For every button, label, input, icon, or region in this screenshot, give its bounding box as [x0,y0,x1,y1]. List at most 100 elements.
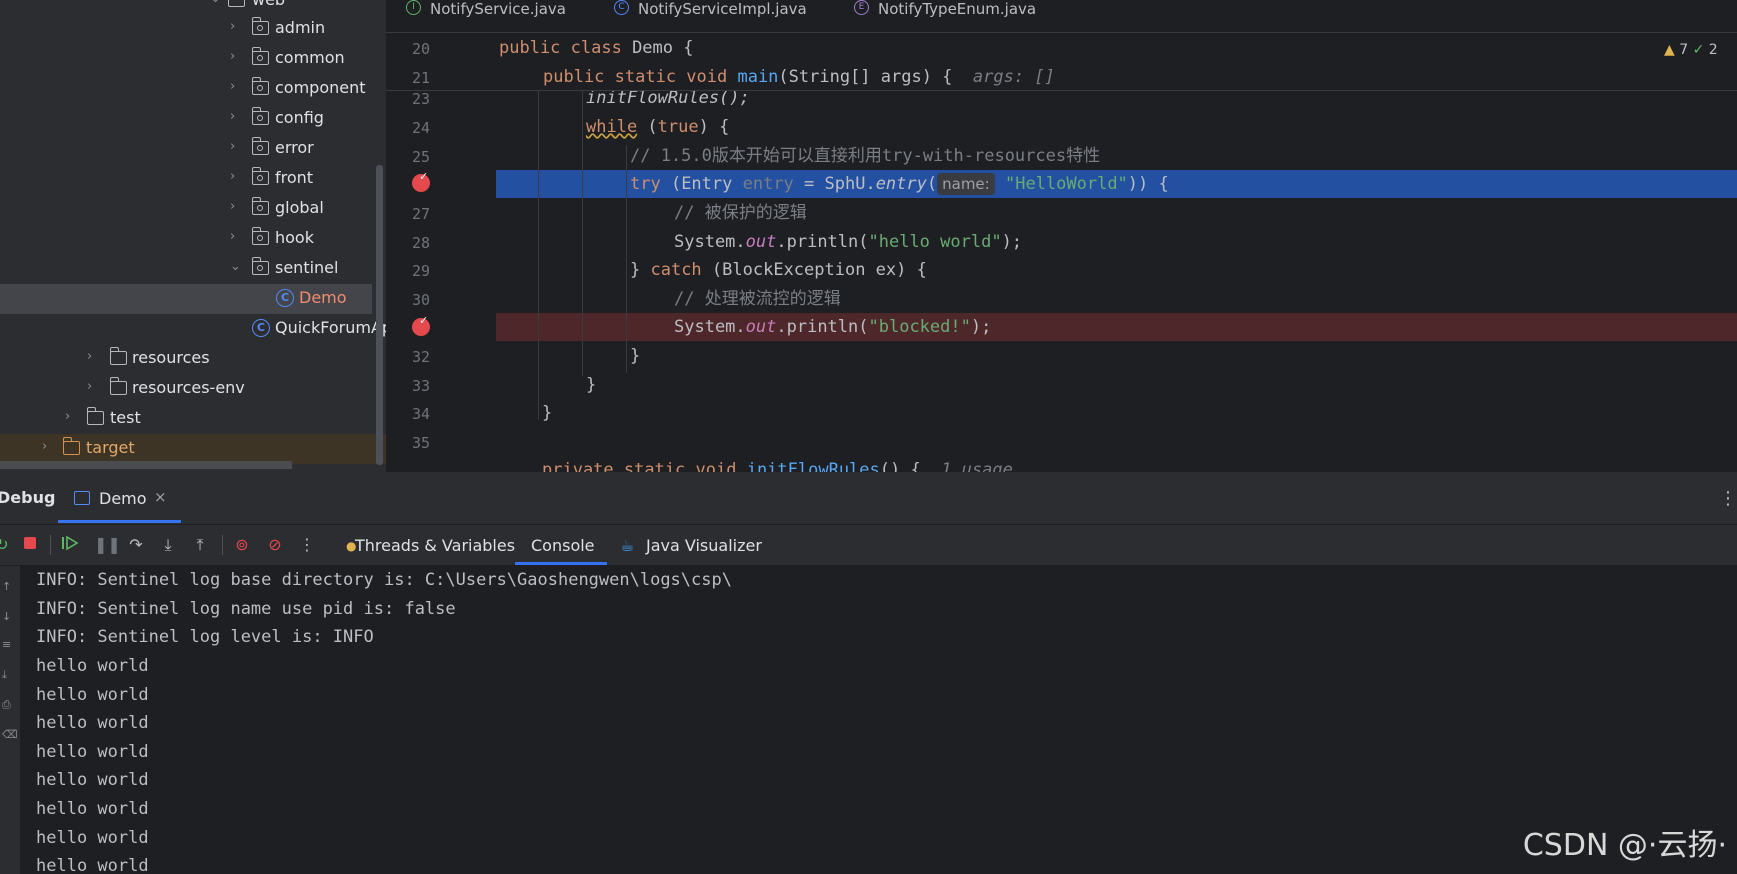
chevron-right-icon[interactable]: › [230,140,240,153]
line-number: 28 [411,234,430,252]
console-line: INFO: Sentinel log level is: INFO [36,627,374,647]
tree-item-quickforumapp[interactable]: C QuickForumApp [0,314,386,344]
package-icon [251,137,269,155]
chevron-right-icon[interactable]: › [230,230,240,243]
tree-item-common[interactable]: › common [0,44,372,74]
tree-item-front[interactable]: › front [0,164,372,194]
tree-horizontal-scrollbar[interactable] [0,461,292,469]
print-icon[interactable]: ⎙ [2,698,11,712]
folder-icon [62,437,80,455]
debug-header: Debug Demo × ⋮ [0,472,1737,525]
step-out-icon[interactable]: ⤒ [190,535,210,555]
chevron-right-icon[interactable]: › [230,50,240,63]
chevron-right-icon[interactable]: › [65,410,75,423]
tree-item-sentinel[interactable]: ⌄ sentinel [0,254,372,284]
indent-guide [538,90,539,420]
tree-item-label: hook [275,228,314,247]
clear-icon[interactable]: ⌫ [2,728,18,741]
class-icon: C [614,0,629,15]
tree-item-label: component [275,78,366,97]
tree-item-label: common [275,48,345,67]
chevron-right-icon[interactable]: › [42,440,52,453]
code-editor[interactable]: I NotifyService.java C NotifyServiceImpl… [386,0,1737,472]
chevron-right-icon[interactable]: › [230,200,240,213]
interface-icon: I [406,0,421,15]
breakpoint-icon[interactable] [412,314,430,336]
tree-item-resources-env[interactable]: › resources-env [0,374,372,404]
more-options-icon[interactable]: ⋮ [1719,488,1737,509]
stop-icon[interactable] [20,535,40,555]
tab-console[interactable]: Console [515,525,607,565]
soft-wrap-icon[interactable]: ≡ [2,638,11,651]
tree-item-component[interactable]: › component [0,74,372,104]
code-line-27: // 被保护的逻辑 [674,203,807,223]
view-breakpoints-icon[interactable]: ⊚ [232,535,252,555]
console-side-toolbar: ↑ ↓ ≡ ⤓ ⎙ ⌫ [0,566,20,874]
chevron-right-icon[interactable]: › [230,20,240,33]
package-icon [251,257,269,275]
code-line-20: public class Demo { [499,38,694,58]
step-into-icon[interactable]: ⤓ [158,535,178,555]
pause-icon[interactable]: ❚❚ [94,535,121,555]
tree-item-config[interactable]: › config [0,104,372,134]
debug-session-tab[interactable]: Demo × [58,472,181,524]
tree-vertical-scrollbar[interactable] [376,165,383,465]
spring-class-icon: C [252,319,270,337]
tree-item-global[interactable]: › global [0,194,372,224]
line-number: 32 [411,348,430,366]
parameter-hint: name: [937,173,995,195]
chevron-down-icon[interactable]: ⌄ [210,0,221,5]
tree-item-test[interactable]: › test [0,404,372,434]
class-icon: C [276,289,294,307]
chevron-right-icon[interactable]: › [87,350,97,363]
tree-item-hook[interactable]: › hook [0,224,372,254]
tree-item-label: admin [275,18,326,37]
tree-item-label: web [252,0,285,9]
line-number: 24 [411,119,430,137]
rerun-icon[interactable]: ↻ [0,535,12,555]
console-line: INFO: Sentinel log name use pid is: fals… [36,599,456,619]
chevron-right-icon[interactable]: › [230,80,240,93]
resume-icon[interactable] [60,535,80,555]
chevron-right-icon[interactable]: › [87,380,97,393]
tree-item-error[interactable]: › error [0,134,372,164]
indent-guide [582,90,583,376]
inspection-widget[interactable]: ▲ 7 ✓ 2 [1664,42,1718,58]
line-number: 30 [411,291,430,309]
scroll-up-icon[interactable]: ↑ [2,580,11,593]
chevron-right-icon[interactable]: › [230,110,240,123]
tree-item-resources[interactable]: › resources [0,344,372,374]
folder-icon [86,407,104,425]
step-over-icon[interactable]: ↷ [126,535,146,555]
tree-item-label: target [86,438,135,457]
tab-label: NotifyTypeEnum.java [878,0,1037,18]
close-icon[interactable]: × [154,488,167,506]
debug-tool-window: Debug Demo × ⋮ ↻ ❚❚ ↷ ⤓ ⤒ ⊚ ⊘ ⋮ ● Thread… [0,472,1737,874]
scroll-down-icon[interactable]: ↓ [2,610,11,623]
package-icon [251,167,269,185]
mute-breakpoints-icon[interactable]: ⊘ [265,535,285,555]
more-icon[interactable]: ⋮ [297,535,317,555]
breakpoint-icon[interactable] [412,170,430,192]
console-line: hello world [36,770,149,790]
scroll-to-end-icon[interactable]: ⤓ [2,668,7,682]
package-icon [228,0,245,7]
code-line-29: } catch (BlockException ex) { [630,260,927,280]
tree-item-label: test [110,408,141,427]
package-icon [251,107,269,125]
code-line-32: } [630,346,641,366]
tab-label: Console [531,536,595,555]
tree-item-target[interactable]: › target [0,434,386,464]
console-line: hello world [36,685,149,705]
tree-item-demo[interactable]: C Demo [0,284,372,314]
console-line: hello world [36,856,149,874]
indent-guide [626,145,627,373]
console-output[interactable]: INFO: Sentinel log base directory is: C:… [20,566,1737,874]
tree-item-label: QuickForumApp [275,318,386,337]
chevron-right-icon[interactable]: › [230,170,240,183]
toolbar-separator [50,535,51,555]
line-number: 33 [411,377,430,395]
chevron-down-icon[interactable]: ⌄ [230,260,241,273]
enum-icon: E [854,0,869,15]
tree-item-admin[interactable]: › admin [0,14,372,44]
